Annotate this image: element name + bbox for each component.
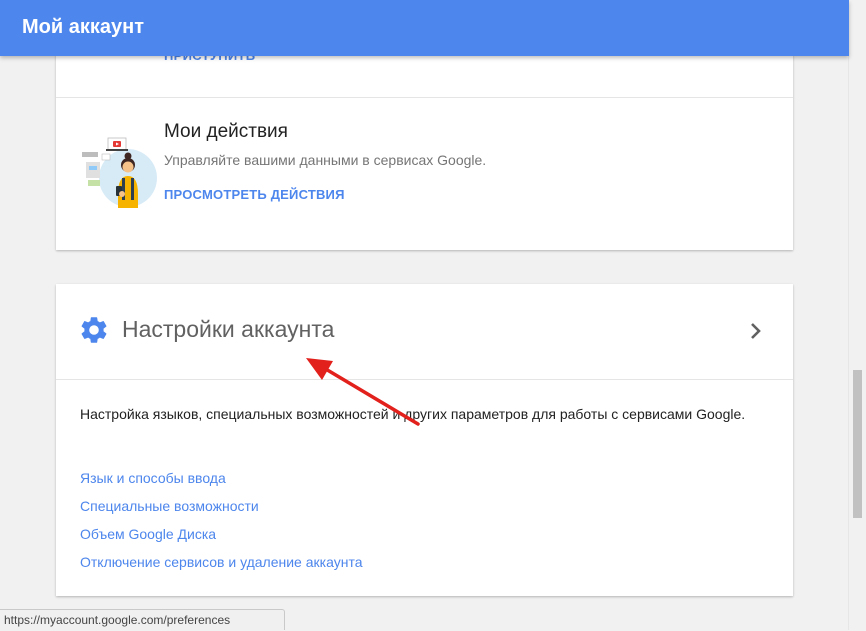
settings-link-drive-storage[interactable]: Объем Google Диска [80,524,362,552]
gear-icon [81,317,107,343]
settings-links-list: Язык и способы ввода Специальные возможн… [80,468,362,580]
my-activity-title: Мои действия [164,121,288,142]
account-settings-description: Настройка языков, специальных возможност… [80,406,746,422]
scrollbar-thumb[interactable] [853,370,862,518]
settings-divider [56,379,793,380]
account-settings-card: Настройки аккаунта Настройка языков, спе… [56,284,793,596]
my-activity-illustration [82,137,157,208]
account-settings-title: Настройки аккаунта [122,316,335,342]
app-header: Мой аккаунт [0,0,849,56]
settings-link-delete-account[interactable]: Отключение сервисов и удаление аккаунта [80,552,362,580]
settings-link-language[interactable]: Язык и способы ввода [80,468,362,496]
card-divider [56,97,793,98]
settings-link-accessibility[interactable]: Специальные возможности [80,496,362,524]
my-activity-description: Управляйте вашими данными в сервисах Goo… [164,152,487,168]
activity-card: ПРИСТУПИТЬ Мои действия Управляйте вашим… [56,30,793,250]
vertical-scrollbar[interactable] [848,0,866,630]
status-bar-url: https://myaccount.google.com/preferences [0,609,285,630]
chevron-right-icon[interactable] [749,321,763,341]
view-activity-link[interactable]: ПРОСМОТРЕТЬ ДЕЙСТВИЯ [164,187,345,202]
account-settings-header[interactable]: Настройки аккаунта [56,284,793,379]
page-title: Мой аккаунт [22,16,144,38]
